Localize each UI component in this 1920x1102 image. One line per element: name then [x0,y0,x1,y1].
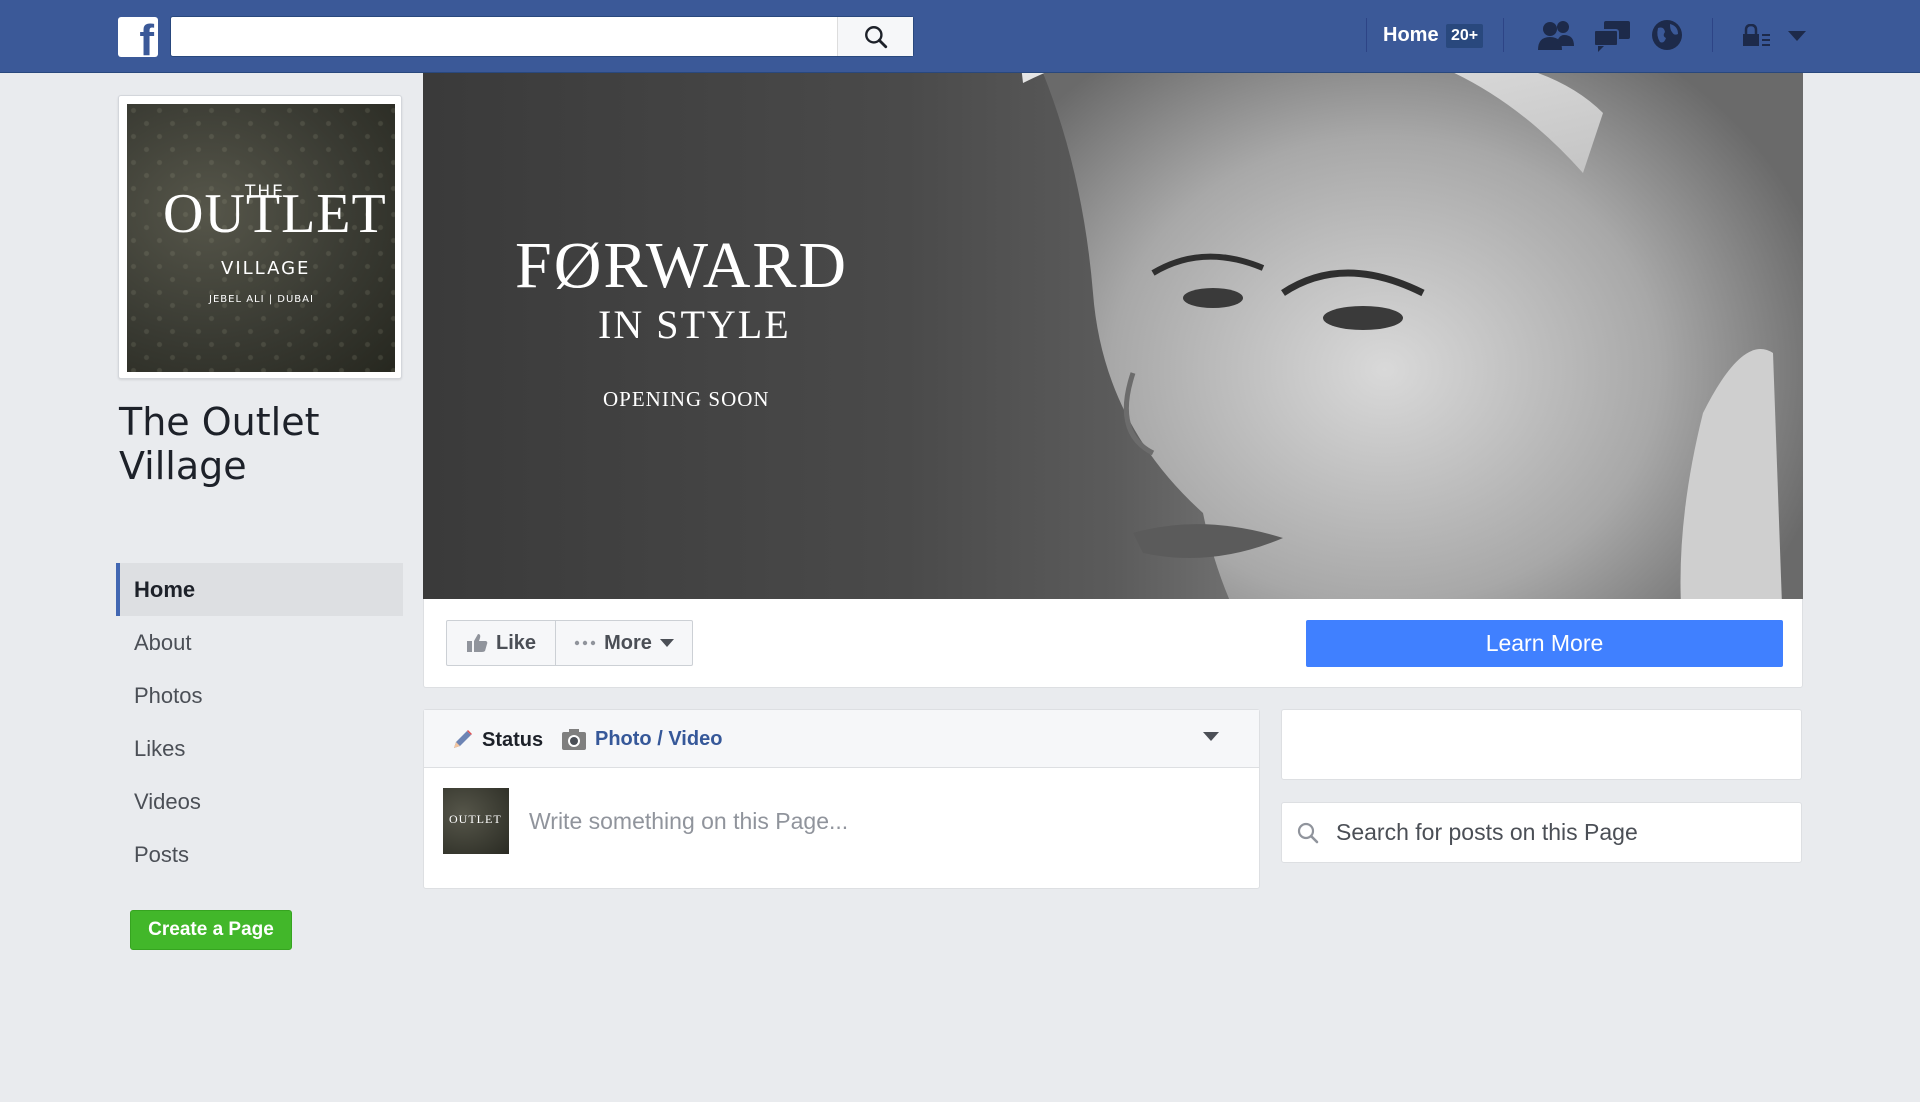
like-more-button-group: Like More [446,620,693,666]
right-sidebar-card [1281,709,1802,780]
post-composer: Status Photo / Video OUTLET Write someth… [423,709,1260,889]
composer-options-caret-icon[interactable] [1203,732,1219,742]
nav-divider [1366,18,1367,52]
home-notification-badge: 20+ [1446,24,1484,48]
notifications-globe-icon[interactable] [1650,18,1684,52]
tab-photo-video-label: Photo / Video [595,728,723,750]
page-title[interactable]: The Outlet Village [119,400,409,488]
thumbs-up-icon [466,634,488,652]
cover-headline-line2: IN STYLE [598,302,791,347]
camera-icon [562,728,586,750]
logo-the-text: THE [245,182,285,202]
learn-more-button[interactable]: Learn More [1306,620,1783,667]
composer-tabs: Status Photo / Video [424,710,1259,768]
composer-input[interactable]: Write something on this Page... [529,808,848,835]
global-search-input[interactable] [171,17,837,56]
like-button[interactable]: Like [447,621,556,665]
tab-status-label: Status [482,728,544,751]
global-search-box [170,16,914,57]
page-sidebar-nav: Home About Photos Likes Videos Posts [116,563,403,881]
cover-subtitle: OPENING SOON [603,387,770,411]
search-icon [1297,822,1319,844]
account-menu-caret-icon[interactable] [1787,30,1807,42]
profile-logo-image: OUTLET THE VILLAGE JEBEL ALI | DUBAI [127,104,395,372]
cover-headline: FØRWARD [515,229,849,302]
avatar: OUTLET [443,788,509,854]
create-page-button[interactable]: Create a Page [130,910,292,950]
tab-status[interactable]: Status [450,728,543,752]
sidebar-item-home[interactable]: Home [116,563,403,616]
privacy-shortcuts-icon[interactable] [1742,24,1772,48]
more-button[interactable]: More [556,621,692,665]
profile-picture[interactable]: OUTLET THE VILLAGE JEBEL ALI | DUBAI [118,95,402,379]
chevron-down-icon [659,638,674,647]
more-button-label: More [604,631,652,654]
logo-location-text: JEBEL ALI | DUBAI [209,294,314,305]
sidebar-item-photos[interactable]: Photos [116,669,403,722]
top-navigation-bar: f Home 20+ [0,0,1920,73]
nav-divider [1503,18,1504,52]
sidebar-item-videos[interactable]: Videos [116,775,403,828]
avatar-logo-mark: OUTLET [449,812,502,826]
like-button-label: Like [495,631,537,654]
cover-photo[interactable]: FØRWARD IN STYLE OPENING SOON [423,73,1803,599]
logo-village-text: VILLAGE [221,258,311,279]
nav-home-link[interactable]: Home [1383,24,1439,47]
sidebar-item-about[interactable]: About [116,616,403,669]
facebook-logo-icon[interactable]: f [118,17,158,57]
page-post-search [1281,802,1802,863]
pencil-icon [454,730,472,748]
post-search-input[interactable] [1336,803,1786,862]
more-dots-icon [574,640,596,646]
search-button[interactable] [837,17,913,56]
nav-divider [1712,18,1713,52]
sidebar-item-likes[interactable]: Likes [116,722,403,775]
sidebar-item-posts[interactable]: Posts [116,828,403,881]
friend-requests-icon[interactable] [1536,18,1576,54]
tab-photo-video[interactable]: Photo / Video [561,728,722,751]
page-action-bar: Like More Learn More [423,599,1803,688]
search-icon [864,25,887,48]
cover-portrait-image [1021,73,1803,599]
messages-icon[interactable] [1592,18,1632,54]
